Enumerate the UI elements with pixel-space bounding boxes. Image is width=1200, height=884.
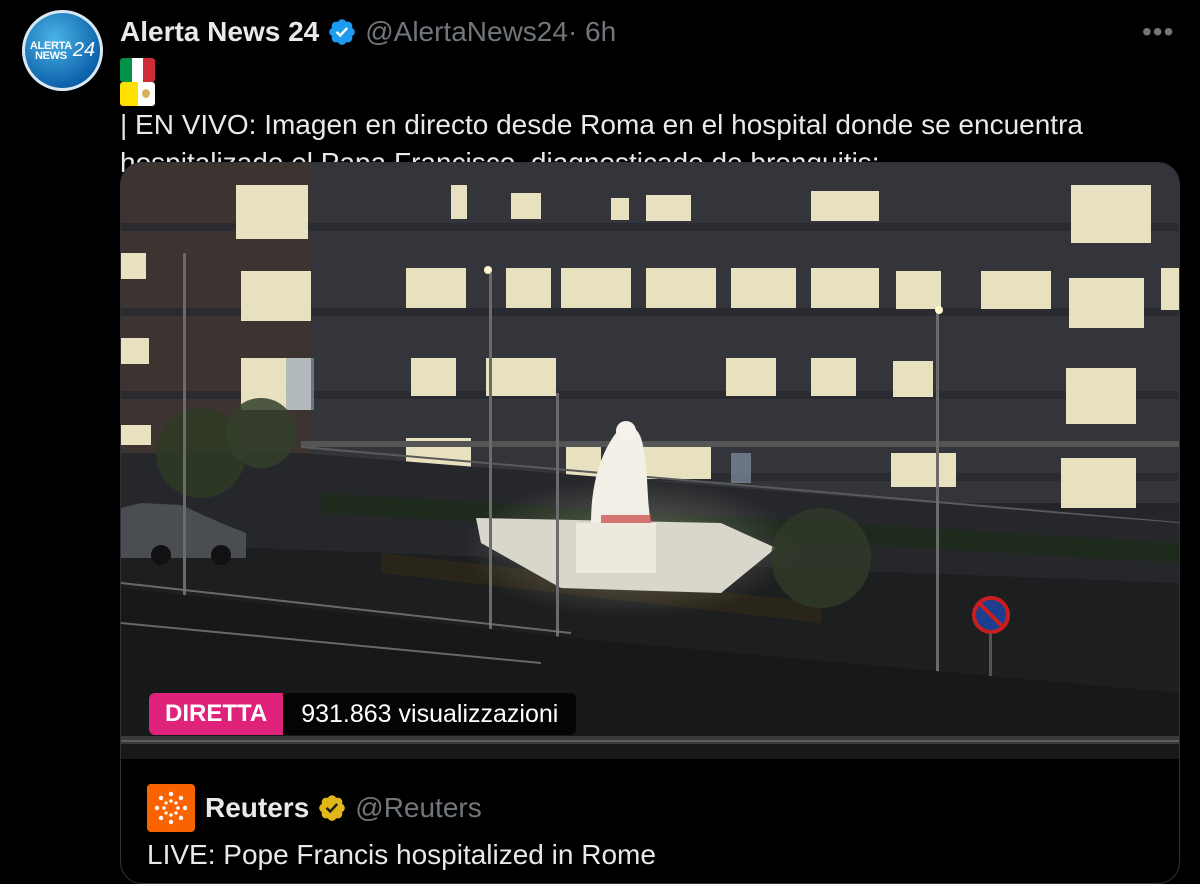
quoted-author-name[interactable]: Reuters: [205, 792, 309, 824]
tweet-time[interactable]: · 6h: [568, 16, 616, 48]
tweet-header: Alerta News 24 @AlertaNews24 · 6h: [120, 13, 616, 51]
quoted-author-handle[interactable]: @Reuters: [355, 792, 481, 824]
avatar-number: 24: [72, 39, 96, 61]
avatar-line2: NEWS: [34, 49, 67, 62]
italy-flag-icon: [120, 58, 155, 82]
view-count: 931.863 visualizzazioni: [283, 693, 577, 735]
avatar[interactable]: ALERTA NEWS 24: [22, 10, 103, 91]
media-card[interactable]: DIRETTA 931.863 visualizzazioni Reuters: [120, 162, 1180, 884]
live-badge: DIRETTA 931.863 visualizzazioni: [149, 693, 577, 735]
more-icon[interactable]: •••: [1142, 16, 1174, 48]
live-label: DIRETTA: [149, 693, 284, 735]
video-player[interactable]: DIRETTA 931.863 visualizzazioni: [121, 163, 1179, 759]
quoted-tweet-header[interactable]: Reuters @Reuters: [147, 783, 482, 833]
reuters-logo-icon: [147, 784, 195, 832]
video-frame: [121, 163, 1179, 759]
avatar-line1: ALERTA: [29, 39, 72, 52]
avatar-logo: ALERTA NEWS: [29, 39, 72, 62]
quoted-tweet-text: LIVE: Pope Francis hospitalized in Rome: [147, 839, 656, 870]
verified-badge-icon: [329, 19, 356, 45]
author-name[interactable]: Alerta News 24: [120, 16, 319, 48]
vatican-flag-icon: [120, 82, 155, 106]
gold-verified-badge-icon: [319, 795, 346, 821]
author-handle[interactable]: @AlertaNews24: [365, 16, 568, 48]
